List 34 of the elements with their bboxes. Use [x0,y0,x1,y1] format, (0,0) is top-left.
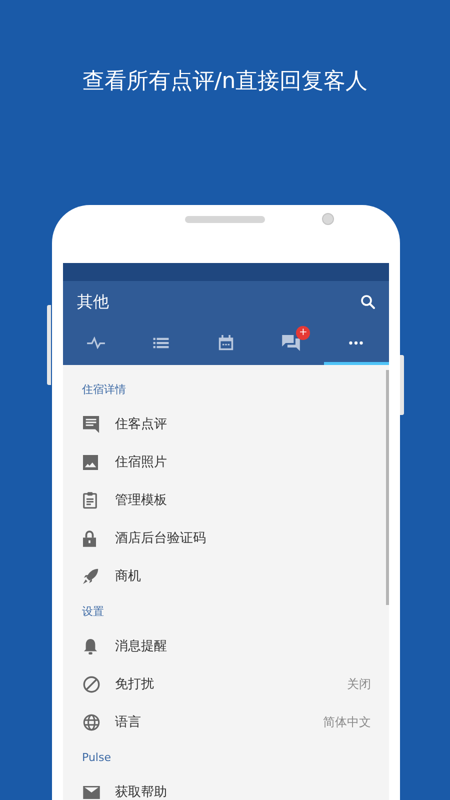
setting-value: 简体中文 [323,714,371,730]
headline: 查看所有点评/n直接回复客人 [81,68,369,96]
section-header: 住宿详情 [82,382,126,396]
menu-item[interactable]: 语言 [115,713,141,731]
menu-item[interactable]: 住客点评 [115,415,167,433]
comment-icon [83,416,100,432]
menu-item[interactable]: 酒店后台验证码 [115,529,206,547]
pulse-icon [86,336,106,349]
menu-item[interactable]: 管理模板 [115,491,167,509]
menu-item[interactable]: 商机 [115,567,141,585]
menu-item[interactable]: 免打扰 [115,675,154,693]
menu-item[interactable]: 消息提醒 [115,637,167,655]
calendar-icon [218,334,234,350]
bell-icon [83,638,98,654]
more-icon [349,340,364,344]
section-header: Pulse [82,750,111,764]
list-icon [152,336,169,348]
rocket-icon [83,568,99,584]
mail-icon [83,786,100,798]
chat-bubbles-icon [282,334,300,350]
globe-icon [83,714,100,730]
tab[interactable]: + [258,323,324,365]
block-icon [83,676,100,692]
section-header: 设置 [82,604,104,618]
search-icon[interactable] [359,293,377,311]
phone-camera [322,213,334,225]
notification-badge: + [296,326,310,340]
setting-value: 关闭 [347,676,371,692]
image-icon [83,454,98,470]
menu-item[interactable]: 获取帮助 [115,783,167,800]
lock-icon [83,530,96,546]
clipboard-icon [83,491,97,509]
screen-title: 其他 [77,292,109,312]
menu-item[interactable]: 住宿照片 [115,453,167,471]
